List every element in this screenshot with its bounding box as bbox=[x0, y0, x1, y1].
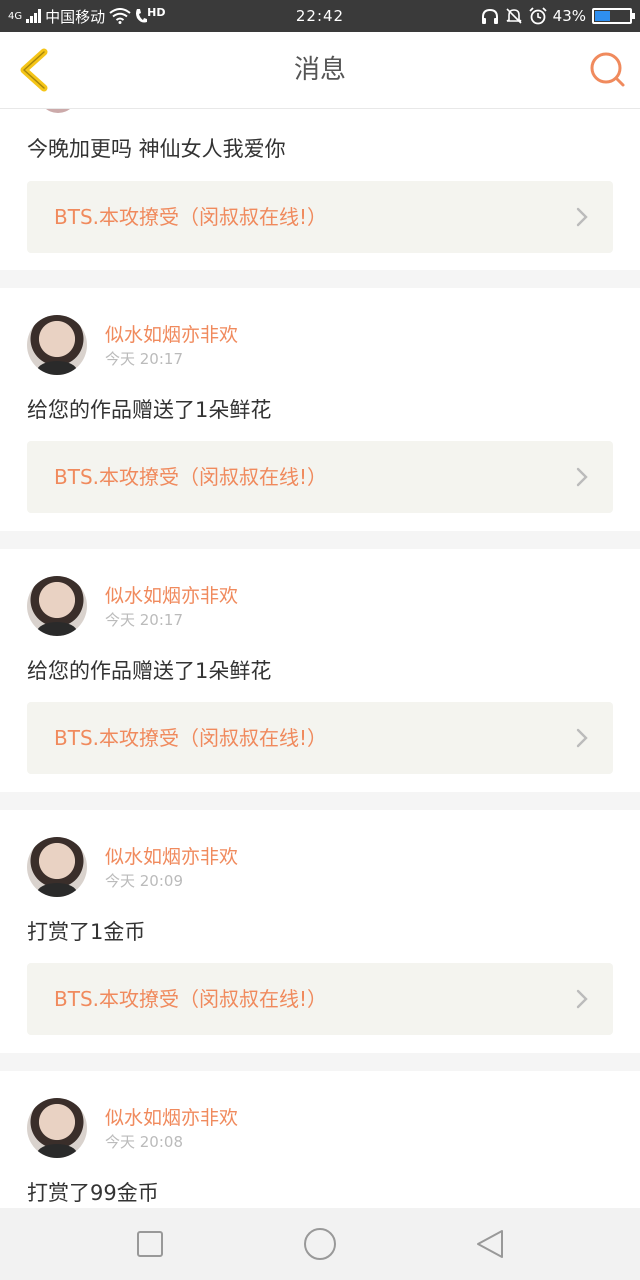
divider bbox=[0, 1053, 640, 1071]
message-item: 似水如烟亦非欢 今天 20:08 打赏了99金币 bbox=[0, 1071, 640, 1208]
username[interactable]: 似水如烟亦非欢 bbox=[105, 581, 238, 608]
triangle-back-icon[interactable] bbox=[474, 1228, 506, 1260]
message-text: 打赏了99金币 bbox=[27, 1181, 159, 1205]
timestamp: 今天 20:08 bbox=[105, 1133, 183, 1151]
message-item: 似水如烟亦非欢 今天 20:09 打赏了1金币 BTS.本攻撩受（闵叔叔在线!） bbox=[0, 810, 640, 1053]
message-item: 似水如烟亦非欢 今天 20:17 给您的作品赠送了1朵鲜花 BTS.本攻撩受（闵… bbox=[0, 288, 640, 531]
book-title: BTS.本攻撩受（闵叔叔在线!） bbox=[54, 987, 328, 1011]
battery-icon bbox=[592, 8, 635, 24]
book-link[interactable]: BTS.本攻撩受（闵叔叔在线!） bbox=[27, 702, 613, 774]
divider bbox=[0, 270, 640, 288]
username[interactable]: 似水如烟亦非欢 bbox=[105, 320, 238, 347]
headphones-icon bbox=[481, 8, 498, 24]
divider bbox=[0, 531, 640, 549]
book-title: BTS.本攻撩受（闵叔叔在线!） bbox=[54, 465, 328, 489]
bell-off-icon bbox=[506, 8, 522, 24]
message-item: 今晚加更吗 神仙女人我爱你 BTS.本攻撩受（闵叔叔在线!） bbox=[0, 109, 640, 270]
timestamp: 今天 20:17 bbox=[105, 350, 183, 368]
alarm-icon bbox=[529, 7, 547, 25]
message-text: 今晚加更吗 神仙女人我爱你 bbox=[27, 137, 286, 161]
chevron-right-icon bbox=[576, 467, 588, 487]
message-text: 打赏了1金币 bbox=[27, 920, 146, 944]
avatar[interactable] bbox=[27, 315, 87, 375]
battery-fill bbox=[595, 11, 611, 21]
book-title: BTS.本攻撩受（闵叔叔在线!） bbox=[54, 205, 328, 229]
status-bar: 4G 中国移动 HD 22:42 43% bbox=[0, 0, 640, 32]
avatar[interactable] bbox=[38, 109, 78, 113]
header: 消息 bbox=[0, 32, 640, 109]
book-title: BTS.本攻撩受（闵叔叔在线!） bbox=[54, 726, 328, 750]
battery-percent: 43% bbox=[552, 7, 586, 25]
username[interactable]: 似水如烟亦非欢 bbox=[105, 842, 238, 869]
avatar[interactable] bbox=[27, 837, 87, 897]
avatar[interactable] bbox=[27, 1098, 87, 1158]
circle-icon[interactable] bbox=[302, 1226, 338, 1262]
message-list[interactable]: 今晚加更吗 神仙女人我爱你 BTS.本攻撩受（闵叔叔在线!） 似水如烟亦非欢 今… bbox=[0, 109, 640, 1208]
status-right: 43% bbox=[481, 0, 635, 32]
book-link[interactable]: BTS.本攻撩受（闵叔叔在线!） bbox=[27, 181, 613, 253]
book-link[interactable]: BTS.本攻撩受（闵叔叔在线!） bbox=[27, 963, 613, 1035]
divider bbox=[0, 792, 640, 810]
timestamp: 今天 20:09 bbox=[105, 872, 183, 890]
username[interactable]: 似水如烟亦非欢 bbox=[105, 1103, 238, 1130]
message-text: 给您的作品赠送了1朵鲜花 bbox=[27, 659, 272, 683]
search-icon[interactable] bbox=[588, 50, 628, 90]
chevron-right-icon bbox=[576, 207, 588, 227]
avatar[interactable] bbox=[27, 576, 87, 636]
message-item: 似水如烟亦非欢 今天 20:17 给您的作品赠送了1朵鲜花 BTS.本攻撩受（闵… bbox=[0, 549, 640, 792]
square-icon[interactable] bbox=[134, 1228, 166, 1260]
message-text: 给您的作品赠送了1朵鲜花 bbox=[27, 398, 272, 422]
chevron-right-icon bbox=[576, 989, 588, 1009]
chevron-right-icon bbox=[576, 728, 588, 748]
book-link[interactable]: BTS.本攻撩受（闵叔叔在线!） bbox=[27, 441, 613, 513]
timestamp: 今天 20:17 bbox=[105, 611, 183, 629]
system-nav-bar bbox=[0, 1208, 640, 1280]
page-title: 消息 bbox=[293, 55, 346, 85]
